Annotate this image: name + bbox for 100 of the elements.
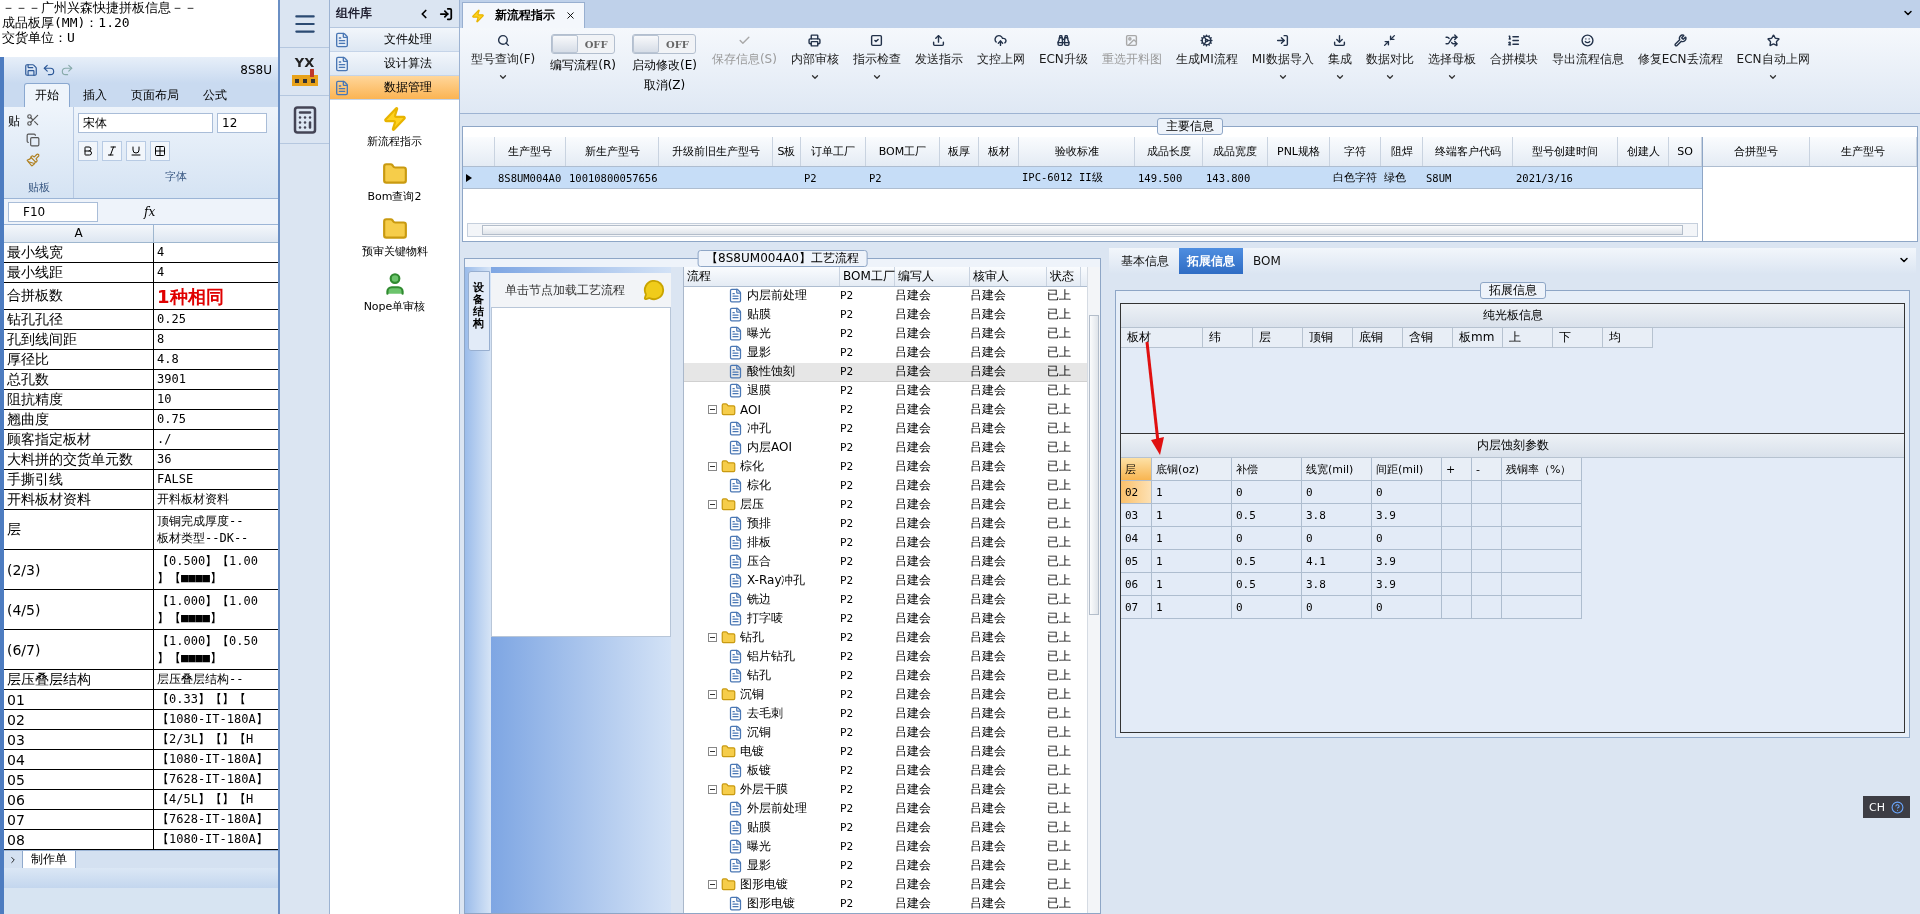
toolbar-button[interactable]: 内部审核 [783,30,846,113]
tool-item[interactable]: Bom查询2 [330,155,459,210]
side-tab[interactable]: 设备结构 [468,271,490,352]
toggle-switch[interactable]: OFF [551,34,616,54]
column-header[interactable]: 含铜 [1403,328,1453,348]
ribbon-tab[interactable]: 页面布局 [120,83,190,107]
brush-icon[interactable] [26,153,40,167]
column-header[interactable]: 合拼型号 [1703,137,1810,166]
name-box[interactable]: F10 [8,201,98,222]
row-header[interactable]: 06 [1121,573,1152,596]
sheet-nav-icon[interactable] [8,854,18,865]
toolbar-button[interactable]: 合拼模块 [1482,30,1545,113]
column-header[interactable]: 残铜率（%） [1502,458,1582,481]
column-header[interactable]: 板材 [979,137,1019,166]
collapse-icon[interactable] [708,784,717,794]
column-header[interactable]: 字符 [1330,137,1381,166]
ribbon-tab[interactable]: 插入 [72,83,118,107]
column-header[interactable]: - [1472,458,1502,481]
toolbar-button[interactable]: 指示检查 [845,30,908,113]
column-header[interactable]: 顶铜 [1303,328,1353,348]
column-header[interactable]: 层 [1253,328,1303,348]
document-tab[interactable]: 新流程指示 [462,2,585,28]
column-header[interactable]: S板 [773,137,801,166]
column-header[interactable]: 层 [1121,458,1152,481]
copy-icon[interactable] [26,133,40,147]
toolbar-button[interactable]: 导出流程信息 [1544,30,1631,113]
row-header[interactable]: 07 [1121,596,1152,619]
column-header[interactable]: 底铜 [1353,328,1403,348]
column-header[interactable]: BOM工厂 [840,267,895,286]
underline-button[interactable] [126,141,146,161]
column-header[interactable]: 生产型号 [495,137,566,166]
scrollbar[interactable] [1087,267,1100,913]
language-bar[interactable]: CH [1863,796,1910,818]
toolbar-button[interactable]: 文控上网 [969,30,1032,113]
column-header[interactable]: + [1442,458,1472,481]
tool-item[interactable]: 新流程指示 [330,100,459,155]
collapse-icon[interactable] [708,879,717,889]
column-header[interactable]: 升级前旧生产型号 [659,137,773,166]
save-icon[interactable] [24,63,38,77]
row-header[interactable]: 05 [1121,550,1152,573]
nav-item[interactable]: 文件处理 [330,28,459,52]
column-header[interactable]: 成品宽度 [1203,137,1268,166]
nav-item[interactable]: 数据管理 [330,76,459,100]
collapse-icon[interactable] [708,632,717,642]
collapse-icon[interactable] [708,462,717,471]
scissors-icon[interactable] [26,113,40,127]
toolbar-button[interactable]: 发送指示 [907,30,970,113]
column-header[interactable]: 终端客户代码 [1423,137,1513,166]
toolbar-button[interactable]: 数据对比 [1358,30,1421,113]
help-icon[interactable] [1891,800,1904,814]
column-header[interactable]: 生产型号 [1810,137,1917,166]
border-button[interactable] [150,141,170,161]
tab[interactable]: 基本信息 [1113,248,1177,274]
paste-button[interactable]: 贴 [8,113,20,130]
italic-button[interactable] [102,141,122,161]
column-header[interactable]: 创建人 [1618,137,1669,166]
column-header[interactable]: BOM工厂 [866,137,940,166]
toolbar-button[interactable]: MI数据导入 [1244,30,1321,113]
toolbar-button[interactable]: 生成MI流程 [1168,30,1245,113]
tab[interactable]: BOM [1245,248,1289,274]
column-header[interactable]: 流程 [684,267,840,286]
column-header[interactable]: 新生产型号 [566,137,659,166]
column-header[interactable]: PNL规格 [1268,137,1330,166]
toolbar-button[interactable]: 选择母板 [1420,30,1483,113]
column-header[interactable]: 纬 [1203,328,1253,348]
tool-item[interactable]: 预审关键物料 [330,210,459,265]
collapse-icon[interactable] [708,689,717,699]
factory-logo[interactable]: YX [289,56,320,87]
column-header[interactable]: 线宽(mil) [1302,458,1372,481]
collapse-icon[interactable] [708,405,717,415]
toggle-switch[interactable]: OFF [632,34,697,54]
toolbar-button[interactable]: 修复ECN丢流程 [1630,30,1730,113]
column-header[interactable]: 下 [1553,328,1603,348]
toolbar-button[interactable]: ECN自动上网 [1729,30,1817,113]
column-header[interactable]: 上 [1503,328,1553,348]
ribbon-tab[interactable]: 开始 [24,83,70,107]
column-header[interactable]: 编写人 [895,267,970,286]
toolbar-button[interactable]: 型号查询(F) [464,30,543,113]
ribbon-tab[interactable]: 公式 [192,83,238,107]
scrollbar[interactable] [467,223,1698,237]
column-header[interactable]: 订单工厂 [801,137,866,166]
column-header[interactable]: 状态 [1047,267,1081,286]
tool-item[interactable]: Nope单审核 [330,265,459,320]
close-icon[interactable] [565,10,576,21]
column-header[interactable]: 底铜(oz) [1152,458,1232,481]
toolbar-button[interactable]: ECN升级 [1031,30,1095,113]
column-header[interactable]: 板mm [1453,328,1503,348]
size-field[interactable]: 12 [217,113,267,133]
font-field[interactable]: 宋体 [78,113,213,133]
dock-icon[interactable] [439,6,453,21]
column-header[interactable]: 板厚 [940,137,979,166]
undo-icon[interactable] [42,63,56,77]
column-header[interactable]: 成品长度 [1135,137,1203,166]
bold-button[interactable] [78,141,98,161]
column-header[interactable]: 验收标准 [1019,137,1135,166]
row-header[interactable]: 04 [1121,527,1152,550]
collapse-icon[interactable] [708,500,717,509]
tab[interactable]: 拓展信息 [1179,248,1243,274]
column-header[interactable]: 核审人 [970,267,1047,286]
toolbar-button[interactable]: 集成 [1320,30,1359,113]
